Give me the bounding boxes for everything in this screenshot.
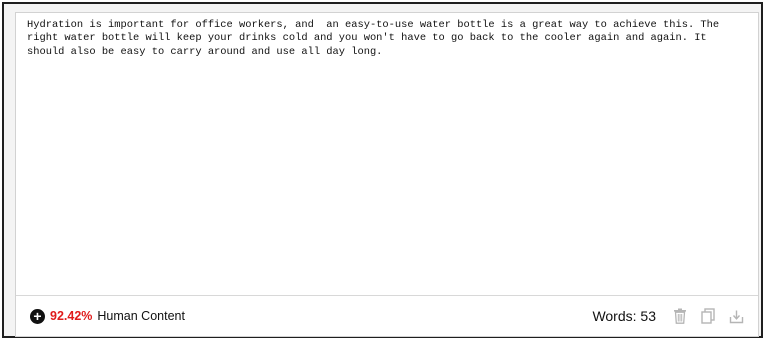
human-content-percent: 92.42% [50,309,93,323]
word-count-label: Words: [592,308,637,324]
editor-text[interactable]: Hydration is important for office worker… [16,13,758,59]
word-count-value: 53 [640,308,656,324]
human-content-label: Human Content [97,309,185,323]
trash-icon[interactable] [670,306,690,326]
detector-card: Hydration is important for office worker… [15,12,759,337]
word-count: Words: 53 [592,308,656,324]
footer-actions: Words: 53 [592,306,746,326]
result-footer: + 92.42% Human Content Words: 53 [16,296,758,336]
score-summary: + 92.42% Human Content [30,308,185,324]
copy-icon[interactable] [698,306,718,326]
text-editor[interactable]: Hydration is important for office worker… [16,13,758,296]
download-icon[interactable] [726,306,746,326]
plus-circle-icon: + [30,308,45,324]
detector-panel: Hydration is important for office worker… [2,2,763,338]
